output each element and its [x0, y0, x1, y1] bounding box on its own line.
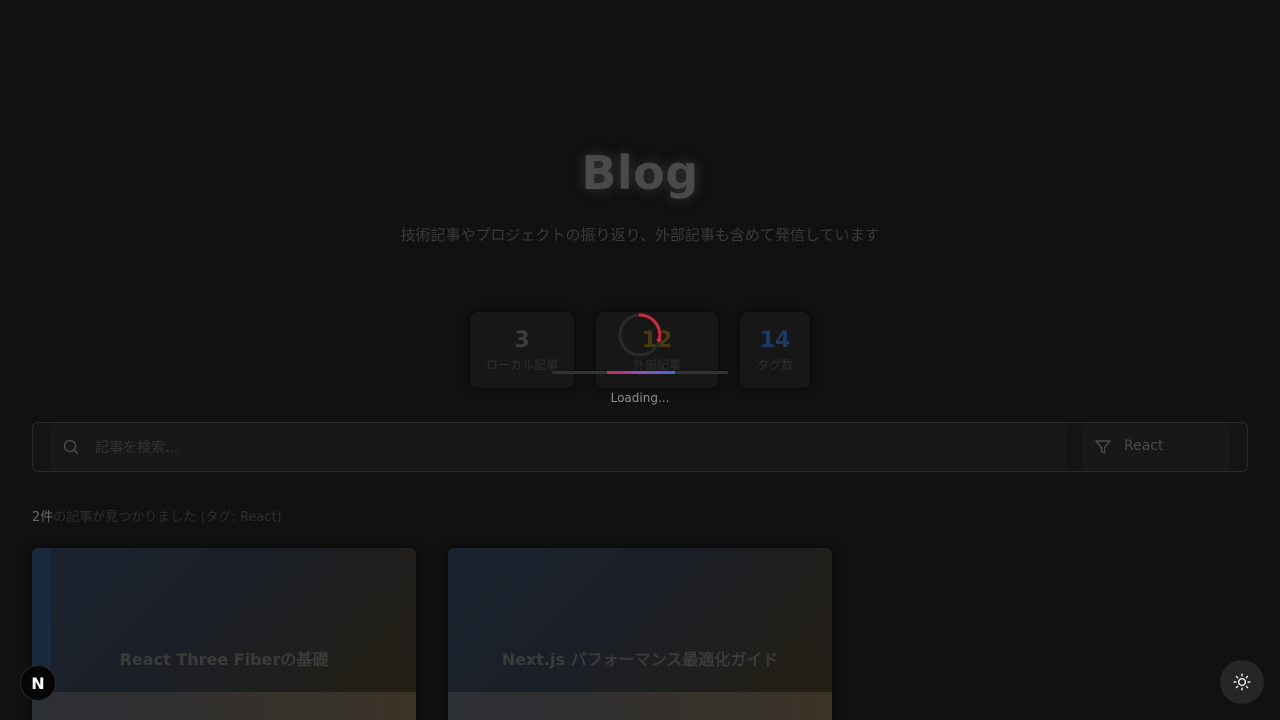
- loading-progress-fill: [606, 371, 676, 374]
- search-filter-bar: React: [32, 422, 1248, 472]
- stat-label: タグ数: [756, 357, 793, 372]
- article-card[interactable]: Next.js パフォーマンス最適化ガイド: [448, 548, 832, 720]
- article-title: Next.js パフォーマンス最適化ガイド: [501, 650, 779, 669]
- search-icon: [63, 439, 79, 455]
- blog-page: Blog 技術記事やプロジェクトの振り返り、外部記事も含めて発信しています 3 …: [0, 0, 1280, 720]
- filter-icon: [1095, 440, 1111, 454]
- result-count: 2件の記事が見つかりました (タグ: React): [32, 506, 282, 525]
- next-dev-indicator-button[interactable]: N: [20, 665, 56, 701]
- article-image: [32, 692, 416, 720]
- theme-toggle-button[interactable]: [1220, 660, 1264, 704]
- stat-card-tag-count: 14 タグ数: [740, 312, 810, 388]
- tag-filter-select[interactable]: React: [1082, 423, 1229, 471]
- result-count-text: の記事が見つかりました (タグ: React): [53, 510, 282, 525]
- stat-value: 3: [514, 327, 530, 353]
- loading-overlay: Loading...: [552, 312, 728, 408]
- result-count-number: 2件: [32, 510, 54, 525]
- article-thumbnail: [448, 548, 832, 692]
- page-subtitle: 技術記事やプロジェクトの振り返り、外部記事も含めて発信しています: [400, 226, 880, 244]
- sun-icon: [1233, 673, 1251, 691]
- loading-progress-bar: [552, 371, 728, 374]
- article-thumbnail: [32, 548, 416, 720]
- article-card[interactable]: React Three Fiberの基礎: [32, 548, 416, 720]
- page-title: Blog: [581, 146, 699, 200]
- spinner-icon: [618, 313, 662, 357]
- search-box[interactable]: [51, 423, 1067, 471]
- loading-text: Loading...: [610, 391, 670, 405]
- search-input[interactable]: [93, 435, 1037, 461]
- stat-value: 14: [759, 327, 791, 353]
- article-title: React Three Fiberの基礎: [119, 650, 329, 669]
- stat-label: ローカル記事: [486, 357, 559, 372]
- tag-filter-value: React: [1124, 438, 1164, 454]
- article-image: [448, 692, 832, 720]
